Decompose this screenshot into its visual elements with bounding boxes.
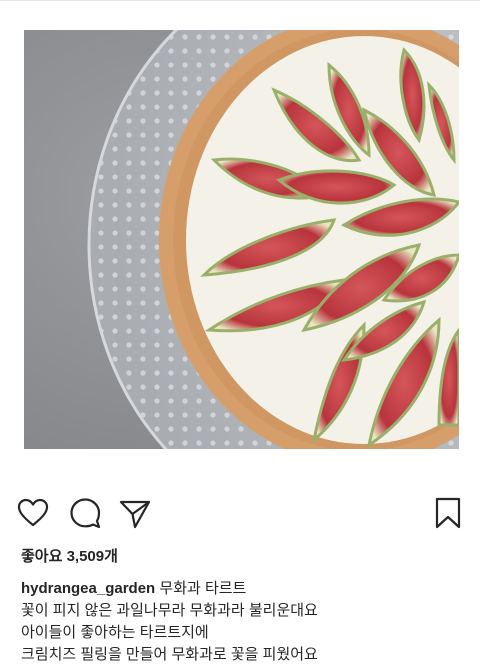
- caption-title: 무화과 타르트: [159, 580, 247, 597]
- caption-line: 크림치즈 필링을 만들어 무화과로 꽃을 피웠어요: [21, 646, 318, 663]
- caption-line: 꽃이 피지 않은 과일나무라 무화과라 불리운대요: [21, 602, 318, 619]
- post-image[interactable]: [24, 30, 459, 449]
- caption-line: 아이들이 좋아하는 타르트지에: [21, 624, 209, 641]
- comment-button[interactable]: [67, 495, 103, 531]
- fig-tart-photo: [24, 30, 459, 449]
- share-button[interactable]: [117, 495, 153, 531]
- post-actions: [0, 495, 480, 535]
- heart-icon: [17, 498, 49, 527]
- save-button[interactable]: [430, 495, 466, 531]
- like-button[interactable]: [15, 495, 51, 531]
- post-caption: hydrangea_garden 무화과 타르트 꽃이 피지 않은 과일나무라 …: [21, 578, 466, 666]
- comment-icon: [70, 498, 101, 529]
- like-count[interactable]: 좋아요 3,509개: [21, 545, 118, 566]
- send-icon: [119, 500, 151, 529]
- caption-username[interactable]: hydrangea_garden: [21, 580, 155, 597]
- top-divider: [0, 0, 480, 1]
- bookmark-icon: [435, 497, 461, 529]
